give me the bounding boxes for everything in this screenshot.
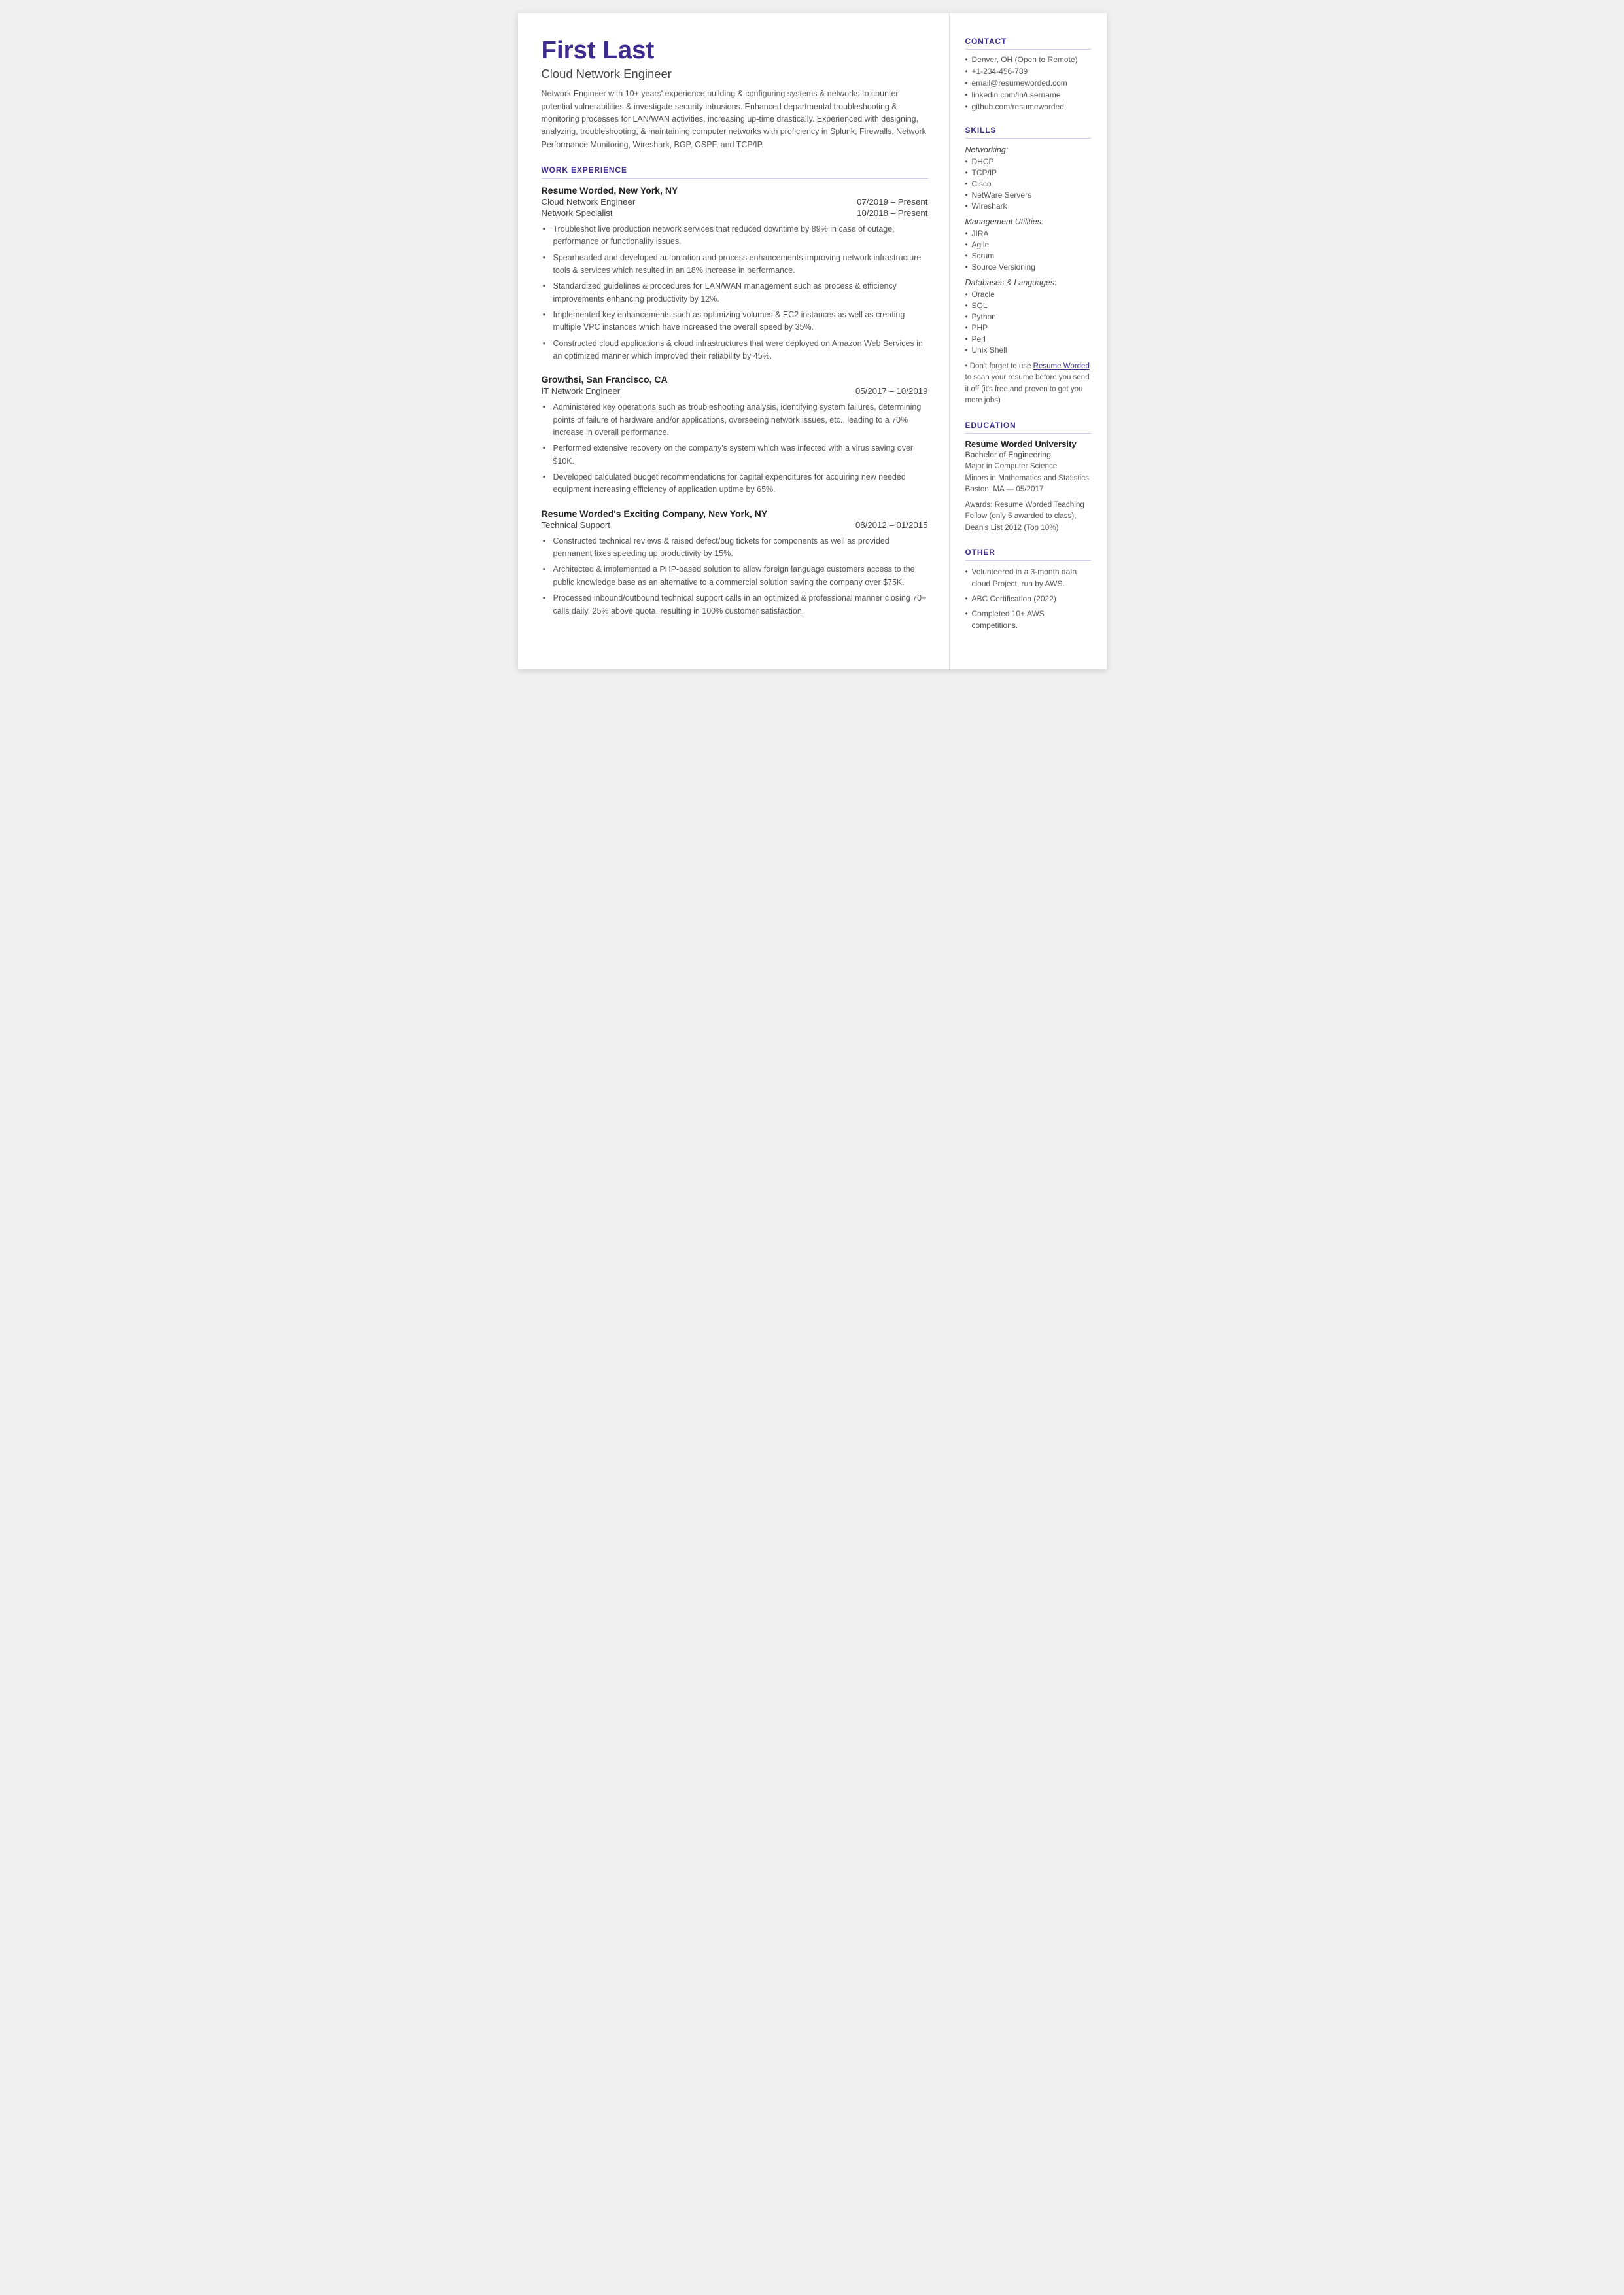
other-header: OTHER — [965, 548, 1091, 561]
skills-mgmt-label: Management Utilities: — [965, 217, 1091, 226]
job-company-1: Resume Worded, New York, NY — [542, 185, 928, 196]
skill-db-2: Python — [965, 312, 1091, 321]
bullet-1-0: Troubleshot live production network serv… — [542, 223, 928, 249]
edu-school: Resume Worded University — [965, 439, 1091, 449]
skill-net-1: TCP/IP — [965, 168, 1091, 177]
bullet-1-1: Spearheaded and developed automation and… — [542, 252, 928, 277]
skill-db-3: PHP — [965, 323, 1091, 332]
job-date-1-1: 10/2018 – Present — [857, 208, 927, 218]
bullet-3-1: Architected & implemented a PHP-based so… — [542, 563, 928, 589]
contact-item-2: email@resumeworded.com — [965, 79, 1091, 88]
job-title-2-0: IT Network Engineer — [542, 386, 621, 396]
bullet-3-2: Processed inbound/outbound technical sup… — [542, 592, 928, 618]
other-item-0: Volunteered in a 3-month data cloud Proj… — [965, 566, 1091, 589]
job-company-3: Resume Worded's Exciting Company, New Yo… — [542, 508, 928, 519]
bullet-3-0: Constructed technical reviews & raised d… — [542, 535, 928, 561]
edu-details: Major in Computer Science Minors in Math… — [965, 461, 1091, 495]
skills-note: • Don't forget to use Resume Worded to s… — [965, 361, 1091, 406]
bullet-1-3: Implemented key enhancements such as opt… — [542, 309, 928, 334]
edu-location-date: Boston, MA — 05/2017 — [965, 485, 1044, 493]
job-title-1-0: Cloud Network Engineer — [542, 197, 636, 207]
skill-net-2: Cisco — [965, 179, 1091, 188]
job-block-3: Resume Worded's Exciting Company, New Yo… — [542, 508, 928, 618]
job-date-2-0: 05/2017 – 10/2019 — [855, 386, 928, 396]
skill-mgmt-0: JIRA — [965, 229, 1091, 238]
contact-item-1: +1-234-456-789 — [965, 67, 1091, 76]
job-role-row-3-0: Technical Support 08/2012 – 01/2015 — [542, 520, 928, 530]
bullet-1-2: Standardized guidelines & procedures for… — [542, 280, 928, 306]
education-header: EDUCATION — [965, 421, 1091, 434]
job-block-2: Growthsi, San Francisco, CA IT Network E… — [542, 374, 928, 496]
other-item-1: ABC Certification (2022) — [965, 593, 1091, 604]
skill-net-0: DHCP — [965, 157, 1091, 166]
bullet-2-1: Performed extensive recovery on the comp… — [542, 442, 928, 468]
job-role-row-1-0: Cloud Network Engineer 07/2019 – Present — [542, 197, 928, 207]
job-date-3-0: 08/2012 – 01/2015 — [855, 520, 928, 530]
skill-net-4: Wireshark — [965, 201, 1091, 211]
job-company-2: Growthsi, San Francisco, CA — [542, 374, 928, 385]
edu-major: Major in Computer Science — [965, 462, 1058, 470]
resume-container: First Last Cloud Network Engineer Networ… — [518, 13, 1107, 669]
skills-header: SKILLS — [965, 126, 1091, 139]
job-bullets-3: Constructed technical reviews & raised d… — [542, 535, 928, 618]
edu-awards: Awards: Resume Worded Teaching Fellow (o… — [965, 499, 1091, 534]
candidate-job-title: Cloud Network Engineer — [542, 67, 928, 81]
skill-mgmt-1: Agile — [965, 240, 1091, 249]
job-bullets-2: Administered key operations such as trou… — [542, 401, 928, 496]
job-title-1-1: Network Specialist — [542, 208, 613, 218]
bullet-2-0: Administered key operations such as trou… — [542, 401, 928, 439]
edu-degree: Bachelor of Engineering — [965, 450, 1091, 459]
bullet-1-4: Constructed cloud applications & cloud i… — [542, 338, 928, 363]
job-roles-2: IT Network Engineer 05/2017 – 10/2019 — [542, 386, 928, 396]
skill-db-5: Unix Shell — [965, 345, 1091, 355]
contact-header: CONTACT — [965, 37, 1091, 50]
resume-worded-link[interactable]: Resume Worded — [1033, 362, 1090, 370]
job-block-1: Resume Worded, New York, NY Cloud Networ… — [542, 185, 928, 362]
skills-mgmt-list: JIRA Agile Scrum Source Versioning — [965, 229, 1091, 272]
summary-text: Network Engineer with 10+ years' experie… — [542, 88, 928, 151]
job-date-1-0: 07/2019 – Present — [857, 197, 927, 207]
skills-db-list: Oracle SQL Python PHP Perl Unix Shell — [965, 290, 1091, 355]
contact-item-3: linkedin.com/in/username — [965, 90, 1091, 99]
skill-mgmt-3: Source Versioning — [965, 262, 1091, 272]
skills-networking-label: Networking: — [965, 145, 1091, 154]
skill-db-1: SQL — [965, 301, 1091, 310]
job-roles-1: Cloud Network Engineer 07/2019 – Present… — [542, 197, 928, 218]
work-experience-header: WORK EXPERIENCE — [542, 166, 928, 179]
contact-item-4: github.com/resumeworded — [965, 102, 1091, 111]
skill-mgmt-2: Scrum — [965, 251, 1091, 260]
job-role-row-2-0: IT Network Engineer 05/2017 – 10/2019 — [542, 386, 928, 396]
skills-section: SKILLS Networking: DHCP TCP/IP Cisco Net… — [965, 126, 1091, 406]
left-column: First Last Cloud Network Engineer Networ… — [518, 13, 950, 669]
right-column: CONTACT Denver, OH (Open to Remote) +1-2… — [950, 13, 1107, 669]
skill-net-3: NetWare Servers — [965, 190, 1091, 200]
contact-list: Denver, OH (Open to Remote) +1-234-456-7… — [965, 55, 1091, 111]
contact-section: CONTACT Denver, OH (Open to Remote) +1-2… — [965, 37, 1091, 111]
other-item-2: Completed 10+ AWS competitions. — [965, 608, 1091, 631]
skill-db-4: Perl — [965, 334, 1091, 343]
name-title-block: First Last Cloud Network Engineer — [542, 37, 928, 81]
candidate-name: First Last — [542, 37, 928, 64]
other-section: OTHER Volunteered in a 3-month data clou… — [965, 548, 1091, 631]
skills-db-label: Databases & Languages: — [965, 278, 1091, 287]
job-role-row-1-1: Network Specialist 10/2018 – Present — [542, 208, 928, 218]
job-roles-3: Technical Support 08/2012 – 01/2015 — [542, 520, 928, 530]
bullet-2-2: Developed calculated budget recommendati… — [542, 471, 928, 497]
edu-minors: Minors in Mathematics and Statistics — [965, 474, 1089, 482]
other-list: Volunteered in a 3-month data cloud Proj… — [965, 566, 1091, 631]
job-bullets-1: Troubleshot live production network serv… — [542, 223, 928, 362]
education-section: EDUCATION Resume Worded University Bache… — [965, 421, 1091, 533]
job-title-3-0: Technical Support — [542, 520, 610, 530]
skill-db-0: Oracle — [965, 290, 1091, 299]
skills-networking-list: DHCP TCP/IP Cisco NetWare Servers Wiresh… — [965, 157, 1091, 211]
work-experience-section: WORK EXPERIENCE Resume Worded, New York,… — [542, 166, 928, 618]
contact-item-0: Denver, OH (Open to Remote) — [965, 55, 1091, 64]
